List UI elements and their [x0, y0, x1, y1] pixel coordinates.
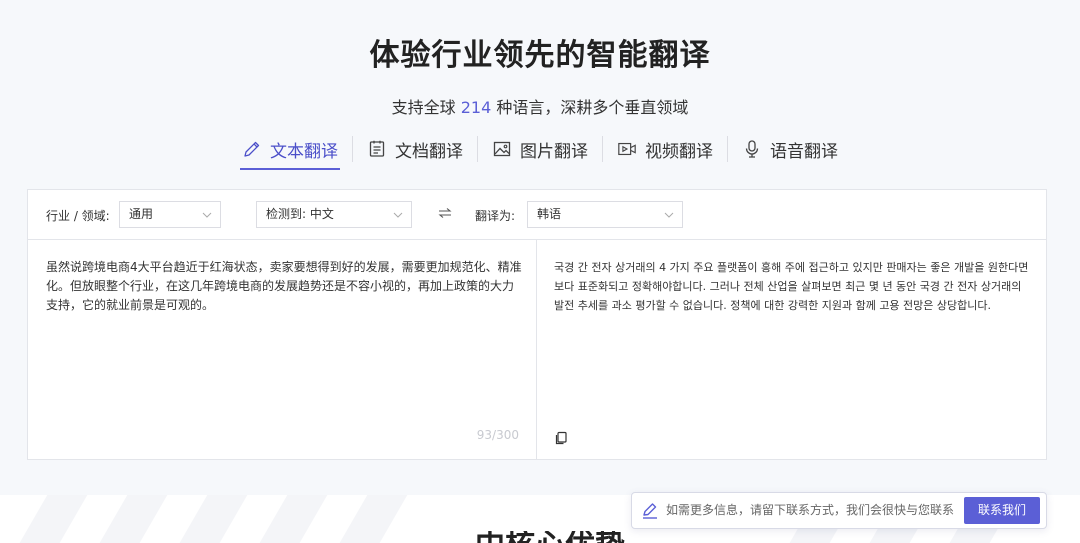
- source-text-pane[interactable]: 虽然说跨境电商4大平台趋近于红海状态，卖家要想得到好的发展，需要更加规范化、精准…: [28, 240, 537, 460]
- contact-us-button[interactable]: 联系我们: [964, 497, 1040, 524]
- target-language-value: 韩语: [537, 207, 562, 221]
- contact-bar: 如需更多信息，请留下联系方式，我们会很快与您联系 联系我们: [631, 492, 1047, 529]
- image-icon: [492, 139, 512, 159]
- target-label: 翻译为:: [475, 209, 516, 223]
- decor-stripe: [12, 495, 88, 543]
- decor-stripe: [332, 495, 408, 543]
- page-subtitle: 支持全球 214 种语言，深耕多个垂直领域: [0, 94, 1080, 118]
- document-icon: [367, 139, 387, 159]
- tab-divider: [352, 136, 353, 162]
- language-count: 214: [460, 98, 492, 117]
- tab-voice-translation[interactable]: 语音翻译: [740, 134, 840, 170]
- chevron-down-icon: [202, 212, 212, 218]
- pencil-icon: [242, 139, 262, 159]
- translated-text: 국경 간 전자 상거래의 4 가지 주요 플랫폼이 홍해 주에 접근하고 있지만…: [554, 261, 1029, 312]
- translator-panel: 行业 / 领域: 通用 检测到: 中文 翻译为: 韩语 虽然说跨境电商4大平台趋…: [27, 189, 1047, 460]
- chevron-down-icon: [393, 212, 403, 218]
- page-title: 体验行业领先的智能翻译: [369, 38, 711, 73]
- decor-stripe: [252, 495, 328, 543]
- edit-icon: [643, 503, 657, 519]
- tab-label: 图片翻译: [520, 141, 588, 162]
- domain-label: 行业 / 领域:: [46, 209, 110, 223]
- source-text[interactable]: 虽然说跨境电商4大平台趋近于红海状态，卖家要想得到好的发展，需要更加规范化、精准…: [46, 258, 524, 315]
- copy-icon[interactable]: [554, 430, 568, 445]
- tab-label: 视频翻译: [645, 141, 713, 162]
- subtitle-prefix: 支持全球: [391, 98, 461, 117]
- tab-label: 语音翻译: [770, 141, 838, 162]
- tab-divider: [602, 136, 603, 162]
- tab-divider: [477, 136, 478, 162]
- tab-document-translation[interactable]: 文档翻译: [365, 134, 465, 170]
- subtitle-suffix: 种语言，深耕多个垂直领域: [491, 98, 689, 117]
- decor-stripe: [92, 495, 168, 543]
- target-language-select[interactable]: 韩语: [527, 201, 683, 228]
- video-icon: [617, 139, 637, 159]
- tab-image-translation[interactable]: 图片翻译: [490, 134, 590, 170]
- translation-tabs: 文本翻译 文档翻译 图片翻译 视频翻译 语音翻译: [0, 134, 1080, 170]
- decor-stripe: [172, 495, 248, 543]
- character-counter: 93/300: [476, 428, 519, 442]
- hero-section: 体验行业领先的智能翻译 支持全球 214 种语言，深耕多个垂直领域 文本翻译 文…: [0, 0, 1080, 495]
- source-language-select[interactable]: 检测到: 中文: [256, 201, 412, 228]
- tab-video-translation[interactable]: 视频翻译: [615, 134, 715, 170]
- tab-text-translation[interactable]: 文本翻译: [240, 134, 340, 170]
- section-heading: 中核心优势: [475, 531, 635, 543]
- contact-input[interactable]: 如需更多信息，请留下联系方式，我们会很快与您联系: [666, 493, 962, 528]
- chevron-down-icon: [664, 212, 674, 218]
- domain-select-value: 通用: [129, 207, 154, 221]
- tab-divider: [727, 136, 728, 162]
- tab-label: 文档翻译: [395, 141, 463, 162]
- microphone-icon: [742, 139, 762, 159]
- tab-label: 文本翻译: [270, 141, 338, 162]
- section-heading-text: 中核心优势: [475, 531, 635, 543]
- domain-select[interactable]: 通用: [119, 201, 221, 228]
- result-text-pane: 국경 간 전자 상거래의 4 가지 주요 플랫폼이 홍해 주에 접근하고 있지만…: [537, 240, 1046, 460]
- swap-icon[interactable]: [437, 205, 453, 221]
- translator-toolbar: 行业 / 领域: 通用 检测到: 中文 翻译为: 韩语: [28, 190, 1046, 240]
- detected-language: 检测到: 中文: [266, 207, 334, 221]
